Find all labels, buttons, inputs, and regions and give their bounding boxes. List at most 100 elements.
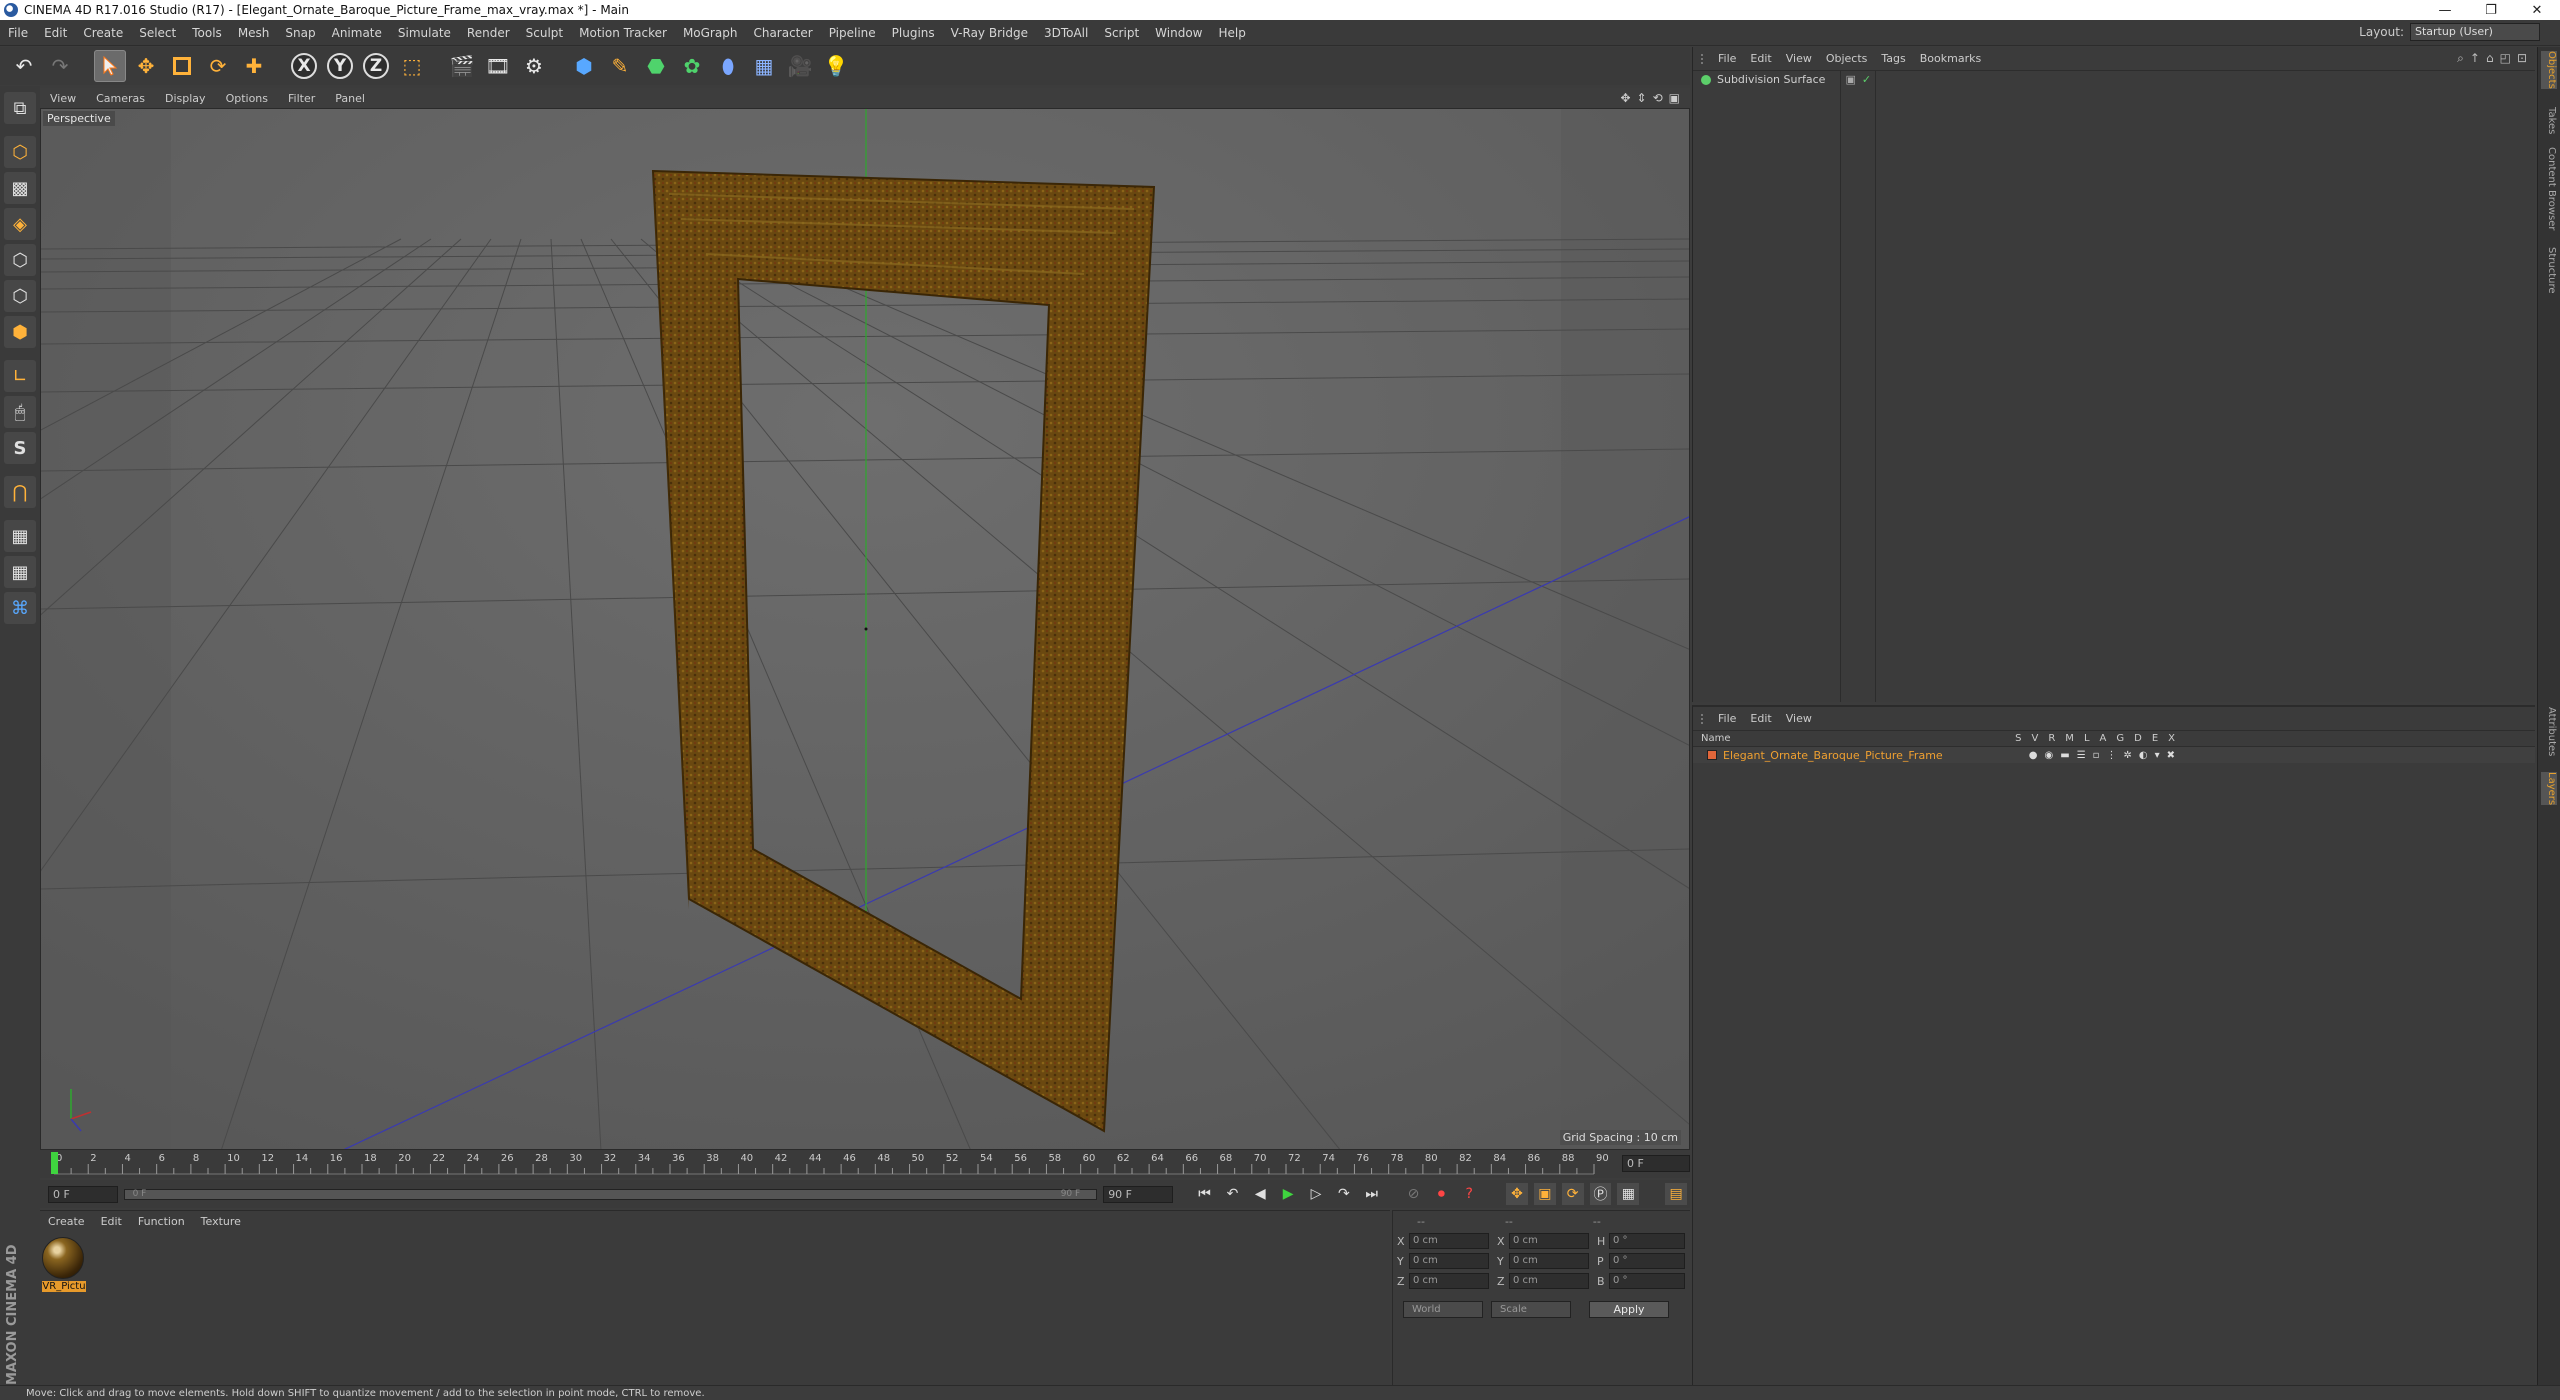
layout-dropdown[interactable]: Startup (User)	[2410, 23, 2540, 41]
menu-window[interactable]: Window	[1147, 26, 1210, 40]
tab-objects[interactable]: Objects	[2541, 51, 2557, 89]
camera-icon[interactable]: 🎥	[784, 50, 816, 82]
material-menu-edit[interactable]: Edit	[93, 1215, 130, 1228]
autokeying-icon[interactable]: ?	[1458, 1183, 1480, 1205]
start-frame-field[interactable]: 0 F	[48, 1185, 118, 1203]
collapse-icon[interactable]: ⊡	[2517, 51, 2527, 66]
minimize-button[interactable]: —	[2422, 3, 2468, 18]
layer-color-swatch[interactable]	[1707, 750, 1717, 760]
solo-toggle-icon[interactable]: ●	[2029, 750, 2038, 761]
menu-simulate[interactable]: Simulate	[390, 26, 459, 40]
key-parameter-icon[interactable]: Ⓟ	[1589, 1183, 1612, 1205]
previous-keyframe-icon[interactable]: ↶	[1222, 1183, 1244, 1205]
deformer-toggle-icon[interactable]: ◐	[2139, 750, 2148, 761]
magnet-icon[interactable]: ⋂	[4, 476, 36, 508]
apply-button[interactable]: Apply	[1589, 1301, 1669, 1318]
record-disabled-icon[interactable]: ⊘	[1403, 1183, 1425, 1205]
menu-motion-tracker[interactable]: Motion Tracker	[571, 26, 675, 40]
new-window-icon[interactable]: ◰	[2500, 51, 2511, 66]
redo-icon[interactable]: ↷	[44, 50, 76, 82]
menu-3dtoall[interactable]: 3DToAll	[1036, 26, 1096, 40]
playhead-marker[interactable]	[51, 1152, 58, 1174]
key-position-icon[interactable]: ✥	[1506, 1183, 1528, 1205]
close-button[interactable]: ✕	[2514, 3, 2560, 18]
menu-snap[interactable]: Snap	[277, 26, 323, 40]
objects-menu-edit[interactable]: Edit	[1743, 52, 1778, 65]
next-frame-icon[interactable]: ▷	[1305, 1183, 1327, 1205]
maximize-button[interactable]: ❐	[2468, 3, 2514, 18]
menu-character[interactable]: Character	[745, 26, 820, 40]
home-icon[interactable]: ⌂	[2486, 51, 2494, 66]
points-mode-icon[interactable]: ⬡	[4, 244, 36, 276]
position-z-field[interactable]: 0 cm	[1409, 1273, 1489, 1289]
material-menu-texture[interactable]: Texture	[193, 1215, 249, 1228]
current-frame-field[interactable]: 0 F	[1622, 1155, 1690, 1172]
generator-toggle-icon[interactable]: ✲	[2123, 750, 2131, 761]
key-point-level-icon[interactable]: ▦	[1617, 1183, 1640, 1205]
menu-edit[interactable]: Edit	[36, 26, 75, 40]
toggle-view-icon[interactable]: ▣	[1669, 91, 1680, 105]
visibility-dots-icon[interactable]: ▣	[1845, 73, 1855, 86]
subdivision-generator-icon[interactable]: ⬣	[640, 50, 672, 82]
objects-menu-view[interactable]: View	[1779, 52, 1819, 65]
render-toggle-icon[interactable]: ▬	[2060, 750, 2069, 761]
menu-help[interactable]: Help	[1210, 26, 1253, 40]
object-row[interactable]: Subdivision Surface ▣ ✓	[1693, 71, 2535, 88]
perspective-viewport[interactable]: Perspective Grid Spacing : 10 cm	[40, 108, 1690, 1150]
end-frame-field[interactable]: 90 F	[1103, 1185, 1173, 1203]
animation-toggle-icon[interactable]: ⋮	[2106, 750, 2116, 761]
viewport-menu-options[interactable]: Options	[216, 92, 278, 105]
render-view-icon[interactable]: 🎬	[446, 50, 478, 82]
tab-structure[interactable]: Structure	[2541, 247, 2557, 294]
lock-workplane-icon[interactable]: ▦	[4, 520, 36, 552]
expression-toggle-icon[interactable]: ▾	[2155, 750, 2160, 761]
size-y-field[interactable]: 0 cm	[1509, 1253, 1589, 1269]
material-menu-create[interactable]: Create	[40, 1215, 93, 1228]
coord-world-dropdown[interactable]: World	[1403, 1301, 1483, 1318]
texture-mode-icon[interactable]: ▩	[4, 172, 36, 204]
size-x-field[interactable]: 0 cm	[1509, 1233, 1589, 1249]
menu-mograph[interactable]: MoGraph	[675, 26, 746, 40]
menu-select[interactable]: Select	[131, 26, 184, 40]
viewport-menu-view[interactable]: View	[40, 92, 86, 105]
material-swatch[interactable]: VR_Pictu	[42, 1237, 86, 1292]
record-active-objects-icon[interactable]: ⏺	[1430, 1183, 1452, 1205]
up-arrow-icon[interactable]: ↑	[2470, 51, 2480, 66]
orbit-view-icon[interactable]: ⟲	[1653, 91, 1663, 105]
axis-mode-icon[interactable]: ∟	[4, 360, 36, 392]
python-icon[interactable]: ⌘	[4, 592, 36, 624]
size-z-field[interactable]: 0 cm	[1509, 1273, 1589, 1289]
viewport-menu-cameras[interactable]: Cameras	[86, 92, 155, 105]
play-forward-icon[interactable]: ▶	[1277, 1183, 1299, 1205]
menu-render[interactable]: Render	[459, 26, 518, 40]
objects-menu-tags[interactable]: Tags	[1874, 52, 1912, 65]
rotate-tool-icon[interactable]: ⟳	[202, 50, 234, 82]
polygons-mode-icon[interactable]: ⬢	[4, 316, 36, 348]
tab-takes[interactable]: Takes	[2541, 107, 2557, 134]
menu-create[interactable]: Create	[75, 26, 131, 40]
next-keyframe-icon[interactable]: ↷	[1333, 1183, 1355, 1205]
recent-tools-icon[interactable]: ✚	[238, 50, 270, 82]
tab-layers[interactable]: Layers	[2541, 772, 2557, 806]
y-axis-lock-icon[interactable]: Y	[324, 50, 356, 82]
object-name[interactable]: Subdivision Surface	[1717, 73, 1825, 86]
light-icon[interactable]: 💡	[820, 50, 852, 82]
panel-grip-icon[interactable]	[1701, 713, 1707, 724]
menu-animate[interactable]: Animate	[324, 26, 390, 40]
edit-render-settings-icon[interactable]: ⚙	[518, 50, 550, 82]
xref-toggle-icon[interactable]: ✖	[2167, 750, 2175, 761]
menu-sculpt[interactable]: Sculpt	[518, 26, 571, 40]
position-y-field[interactable]: 0 cm	[1409, 1253, 1489, 1269]
x-axis-lock-icon[interactable]: X	[288, 50, 320, 82]
workplane-mode-icon[interactable]: ◈	[4, 208, 36, 240]
layers-menu-file[interactable]: File	[1711, 712, 1743, 725]
view-toggle-icon[interactable]: ◉	[2045, 750, 2054, 761]
scale-tool-icon[interactable]	[166, 50, 198, 82]
material-menu-function[interactable]: Function	[130, 1215, 193, 1228]
menu-tools[interactable]: Tools	[184, 26, 230, 40]
position-x-field[interactable]: 0 cm	[1409, 1233, 1489, 1249]
deformer-icon[interactable]: ⬮	[712, 50, 744, 82]
rotation-p-field[interactable]: 0 °	[1609, 1253, 1685, 1269]
objects-menu-objects[interactable]: Objects	[1819, 52, 1875, 65]
pan-view-icon[interactable]: ✥	[1620, 91, 1630, 105]
